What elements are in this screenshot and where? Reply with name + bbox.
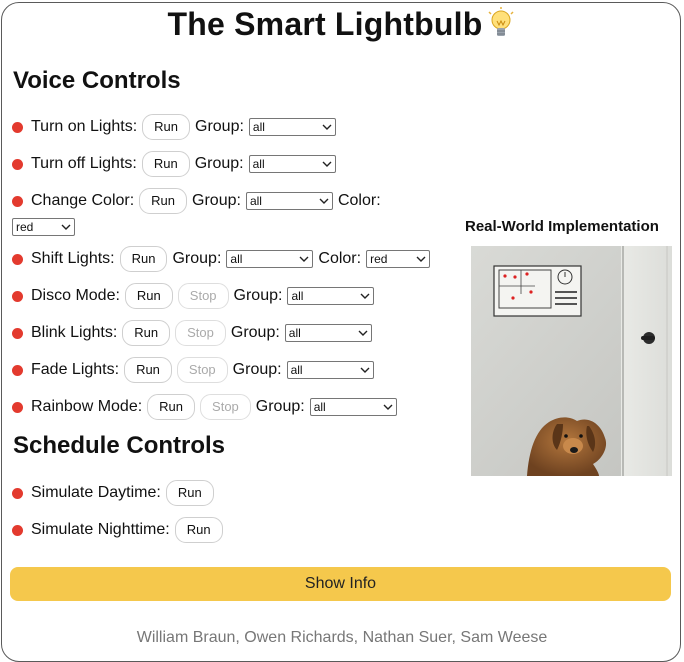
stop-button[interactable]: Stop — [177, 283, 229, 309]
control-label: Turn on Lights: — [31, 118, 138, 135]
control-label: Change Color: — [31, 192, 135, 209]
color-label: Color: — [318, 250, 362, 267]
group-value: all — [313, 400, 326, 414]
run-button[interactable]: Run — [142, 114, 190, 140]
status-dot — [12, 121, 23, 133]
status-dot — [12, 327, 23, 339]
group-label: Group: — [195, 118, 244, 135]
stop-button[interactable]: Stop — [200, 394, 251, 420]
run-button[interactable]: Run — [124, 357, 172, 383]
group-value: all — [252, 120, 265, 134]
group-value: all — [230, 252, 243, 266]
chevron-down-icon — [322, 161, 332, 167]
stop-button[interactable]: Stop — [176, 357, 228, 383]
run-button[interactable]: Run — [119, 246, 168, 272]
run-button[interactable]: Run — [139, 188, 188, 214]
group-select[interactable]: all — [287, 287, 375, 305]
page-title: The Smart Lightbulb — [0, 6, 684, 49]
control-turn-off-lights: Turn off Lights: Run Group: all — [12, 151, 336, 177]
run-button[interactable]: Run — [147, 394, 196, 420]
status-dot — [12, 401, 23, 413]
control-simulate-nighttime: Simulate Nighttime: Run — [12, 517, 223, 543]
chevron-down-icon — [61, 224, 71, 230]
group-select[interactable]: all — [248, 155, 336, 173]
chevron-down-icon — [416, 256, 426, 262]
group-label: Group: — [255, 398, 305, 415]
stop-button[interactable]: Stop — [175, 320, 226, 346]
run-button[interactable]: Run — [124, 283, 173, 309]
group-select[interactable]: all — [309, 398, 397, 416]
status-dot — [12, 158, 23, 170]
chevron-down-icon — [322, 124, 332, 130]
control-fade-lights: Fade Lights: Run Stop Group: all — [12, 357, 374, 383]
control-label: Blink Lights: — [31, 324, 118, 341]
group-value: all — [249, 194, 262, 208]
color-label: Color: — [337, 192, 381, 209]
lightbulb-icon — [486, 7, 516, 49]
group-label: Group: — [172, 250, 222, 267]
color-value: red — [370, 252, 388, 266]
control-label: Simulate Daytime: — [31, 484, 161, 501]
group-select[interactable]: all — [284, 324, 372, 342]
chevron-down-icon — [319, 198, 329, 204]
control-label: Simulate Nighttime: — [31, 521, 170, 538]
chevron-down-icon — [383, 404, 393, 410]
show-info-button[interactable]: Show Info — [10, 567, 671, 601]
control-shift-lights: Shift Lights: Run Group: all Color: red — [12, 246, 431, 272]
real-world-photo — [471, 246, 672, 476]
color-select[interactable]: red — [12, 218, 75, 236]
footer-credits: William Braun, Owen Richards, Nathan Sue… — [136, 629, 548, 646]
control-simulate-daytime: Simulate Daytime: Run — [12, 480, 214, 506]
chevron-down-icon — [358, 330, 368, 336]
chevron-down-icon — [299, 256, 309, 262]
group-label: Group: — [233, 287, 283, 304]
group-select[interactable]: all — [245, 192, 333, 210]
group-select[interactable]: all — [226, 250, 314, 268]
group-value: all — [252, 157, 265, 171]
group-label: Group: — [194, 155, 244, 172]
status-dot — [12, 524, 23, 536]
group-label: Group: — [192, 192, 241, 209]
control-label: Rainbow Mode: — [31, 398, 143, 415]
real-world-title: Real-World Implementation — [465, 218, 659, 235]
control-change-color: Change Color: Run Group: all Color: — [12, 188, 381, 214]
status-dot — [12, 487, 23, 499]
control-label: Turn off Lights: — [31, 155, 137, 172]
group-value: all — [290, 363, 303, 377]
schedule-controls-heading: Schedule Controls — [13, 432, 226, 459]
group-select[interactable]: all — [248, 118, 336, 136]
chevron-down-icon — [360, 367, 370, 373]
run-button[interactable]: Run — [141, 151, 190, 177]
control-turn-on-lights: Turn on Lights: Run Group: all — [12, 114, 336, 140]
control-label: Shift Lights: — [31, 250, 115, 267]
title-text: The Smart Lightbulb — [167, 6, 483, 42]
group-select[interactable]: all — [286, 361, 374, 379]
control-rainbow-mode: Rainbow Mode: Run Stop Group: all — [12, 394, 397, 420]
control-disco-mode: Disco Mode: Run Stop Group: all — [12, 283, 375, 309]
group-label: Group: — [230, 324, 280, 341]
group-label: Group: — [232, 361, 282, 378]
status-dot — [12, 253, 23, 265]
group-value: all — [291, 289, 304, 303]
change-color-color-row: red — [12, 218, 75, 236]
status-dot — [12, 195, 23, 207]
status-dot — [12, 364, 23, 376]
run-button[interactable]: Run — [165, 480, 214, 506]
control-blink-lights: Blink Lights: Run Stop Group: all — [12, 320, 372, 346]
control-label: Disco Mode: — [31, 287, 120, 304]
group-value: all — [288, 326, 301, 340]
status-dot — [12, 290, 23, 302]
color-value: red — [16, 220, 34, 234]
run-button[interactable]: Run — [174, 517, 223, 543]
voice-controls-heading: Voice Controls — [13, 67, 181, 94]
color-select[interactable]: red — [366, 250, 431, 268]
run-button[interactable]: Run — [122, 320, 171, 346]
chevron-down-icon — [360, 293, 370, 299]
control-label: Fade Lights: — [31, 361, 120, 378]
